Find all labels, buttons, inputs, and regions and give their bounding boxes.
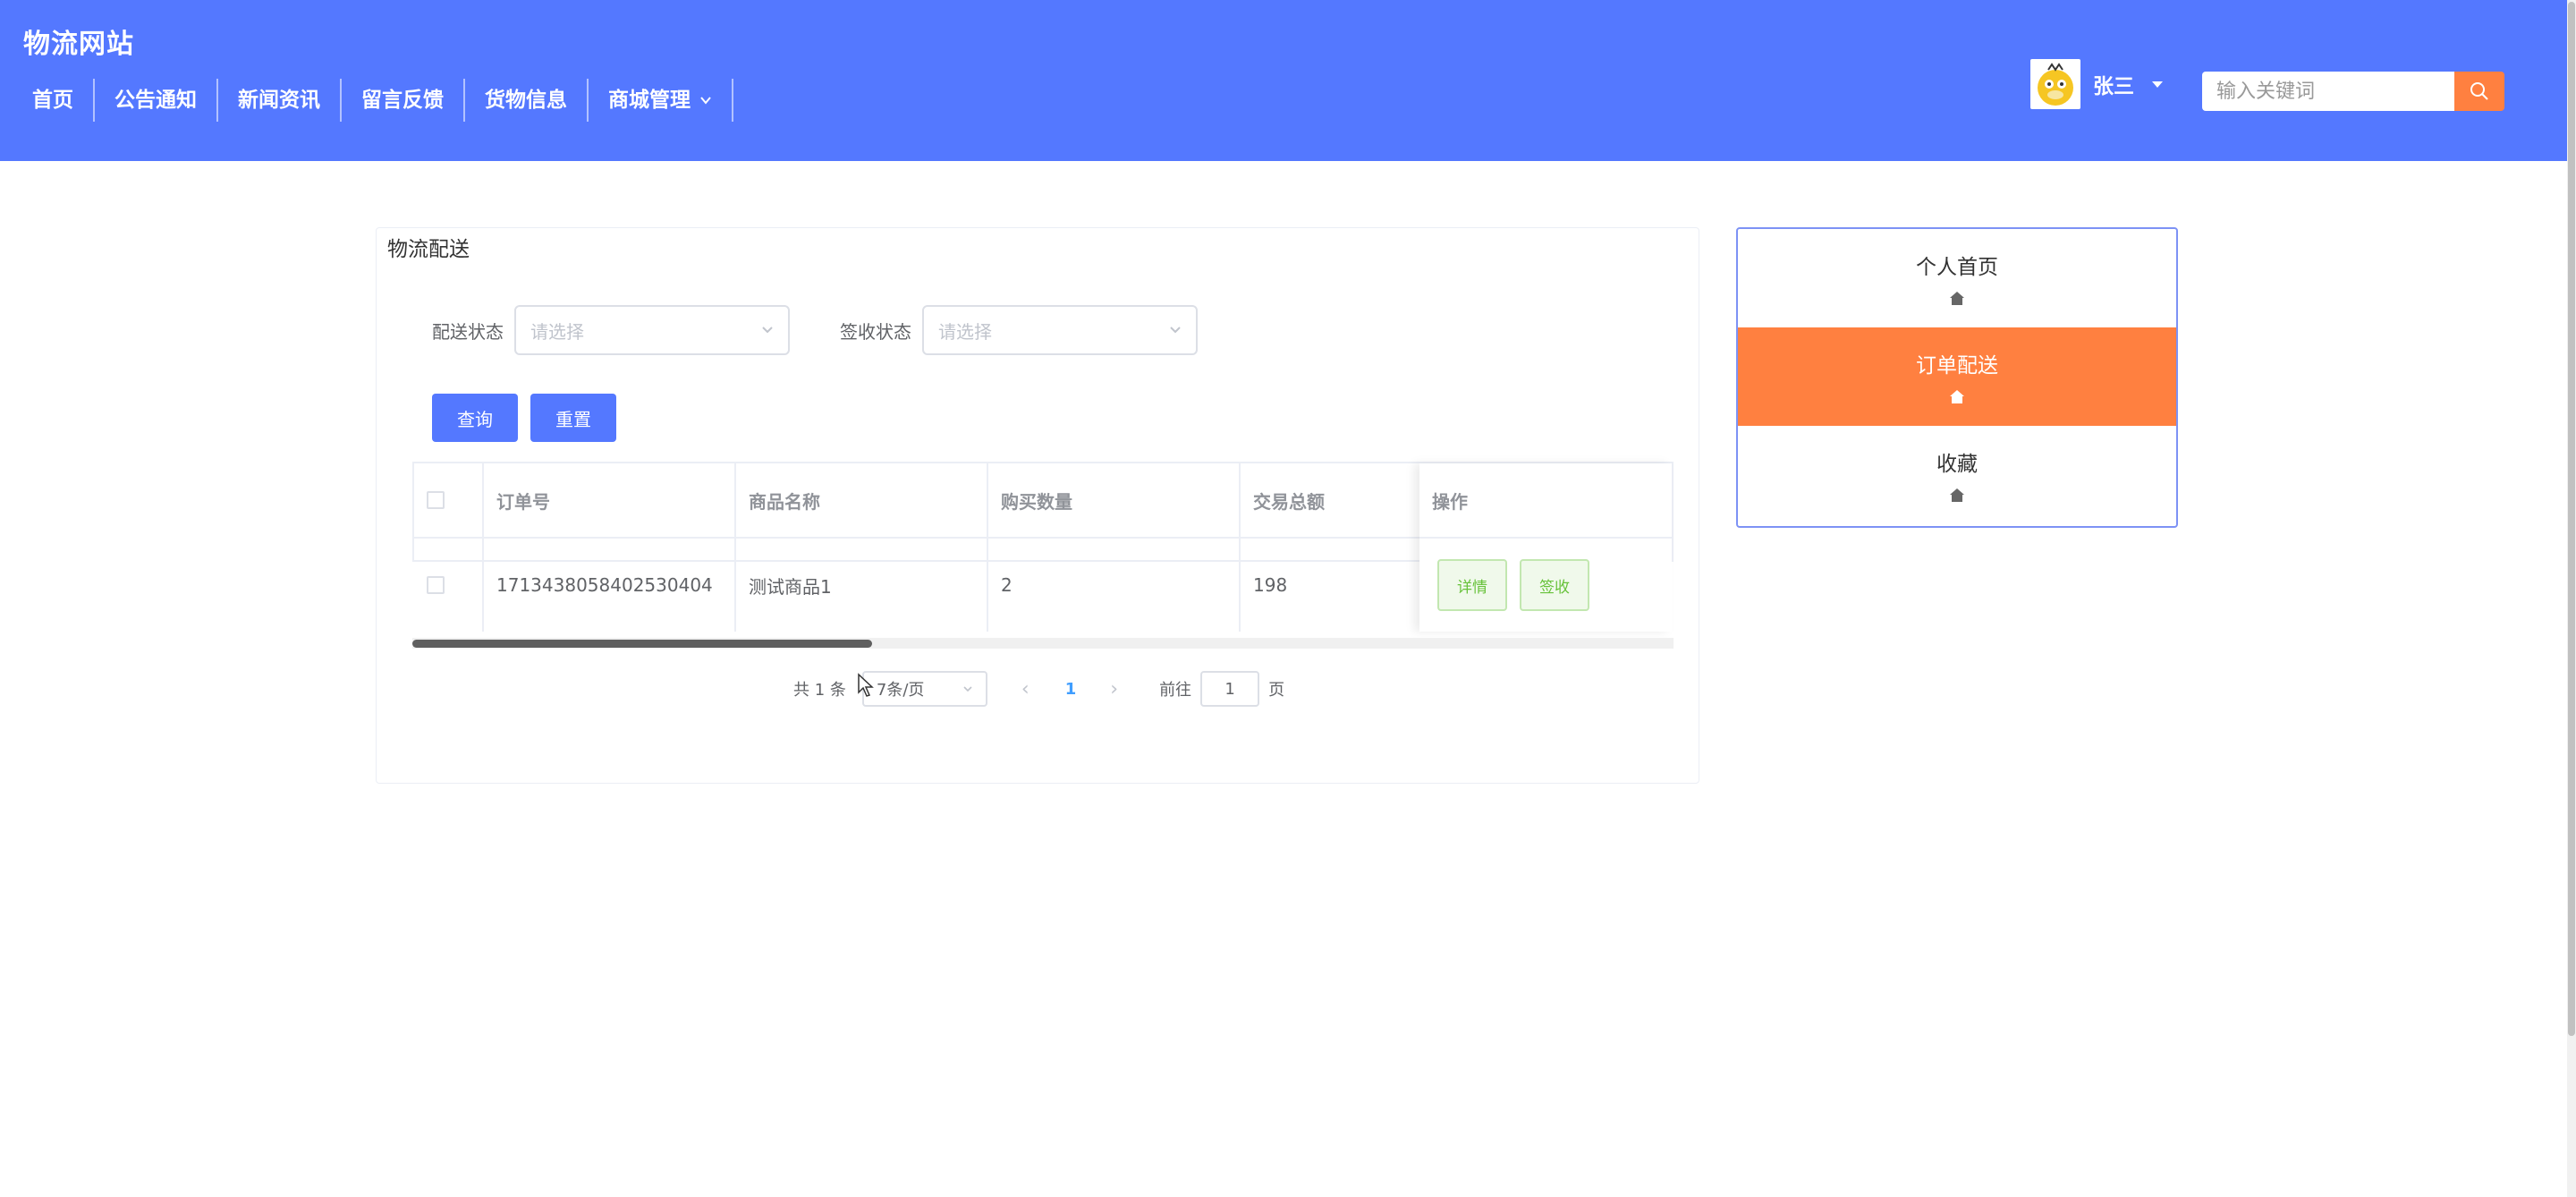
user-side-menu: 个人首页 订单配送 收藏 xyxy=(1736,227,2178,528)
caret-down-icon[interactable] xyxy=(2152,81,2163,88)
reset-button[interactable]: 重置 xyxy=(530,394,616,442)
chevron-down-icon xyxy=(700,97,711,105)
goto-label: 前往 xyxy=(1159,681,1192,700)
nav-item-news[interactable]: 新闻资讯 xyxy=(218,79,342,122)
search-input[interactable] xyxy=(2202,72,2454,111)
home-icon xyxy=(1950,488,1964,502)
nav-item-mall-management[interactable]: 商城管理 xyxy=(589,79,733,122)
page-size-select[interactable]: 7条/页 xyxy=(861,671,987,707)
receipt-status-filter: 签收状态 请选择 xyxy=(840,305,1198,355)
side-item-personal-home[interactable]: 个人首页 xyxy=(1738,229,2176,327)
next-page-icon[interactable]: › xyxy=(1110,678,1118,700)
prev-page-icon[interactable]: ‹ xyxy=(1021,678,1030,700)
orders-table: 订单号 商品名称 购买数量 交易总额 1713438058402530404 测… xyxy=(412,462,1674,632)
chevron-down-icon xyxy=(1170,327,1181,334)
goto-page-input[interactable] xyxy=(1200,671,1260,707)
search-icon xyxy=(2470,82,2488,100)
nav-label: 货物信息 xyxy=(485,89,567,112)
filter-label: 签收状态 xyxy=(840,320,911,343)
search-button[interactable] xyxy=(2454,72,2504,111)
top-header: 物流网站 首页 公告通知 新闻资讯 留言反馈 货物信息 商城管理 张三 xyxy=(0,0,2569,161)
order-no-cell: 1713438058402530404 xyxy=(484,539,736,632)
nav-label: 商城管理 xyxy=(608,89,691,112)
delivery-status-select[interactable]: 请选择 xyxy=(514,305,790,355)
filter-label: 配送状态 xyxy=(432,320,504,343)
nav-label: 留言反馈 xyxy=(361,89,444,112)
select-all-cell xyxy=(414,463,484,537)
query-button[interactable]: 查询 xyxy=(432,394,518,442)
scrollbar-thumb[interactable] xyxy=(2568,2,2575,1036)
page-size-value: 7条/页 xyxy=(876,681,925,700)
column-header: 操作 xyxy=(1419,463,1672,539)
quantity-cell: 2 xyxy=(988,539,1241,632)
panel-title: 物流配送 xyxy=(387,238,470,261)
nav-item-feedback[interactable]: 留言反馈 xyxy=(342,79,465,122)
column-header[interactable]: 订单号 xyxy=(484,463,736,537)
nav-item-goods-info[interactable]: 货物信息 xyxy=(465,79,589,122)
select-all-checkbox[interactable] xyxy=(427,491,445,509)
nav-label: 新闻资讯 xyxy=(238,89,320,112)
chevron-down-icon xyxy=(963,686,972,692)
total-count: 共 1 条 xyxy=(793,681,846,700)
column-header[interactable]: 购买数量 xyxy=(988,463,1241,537)
details-button[interactable]: 详情 xyxy=(1437,559,1507,611)
nav-item-home[interactable]: 首页 xyxy=(13,79,95,122)
side-item-order-delivery[interactable]: 订单配送 xyxy=(1738,327,2176,426)
page-suffix: 页 xyxy=(1268,681,1285,700)
nav-item-announcements[interactable]: 公告通知 xyxy=(95,79,218,122)
select-placeholder: 请选择 xyxy=(530,320,584,343)
home-icon xyxy=(1950,390,1964,403)
logistics-panel: 物流配送 配送状态 请选择 签收状态 请选择 查询 重置 订单号 商品名称 购买… xyxy=(376,227,1699,784)
search-box xyxy=(2202,72,2504,111)
avatar[interactable] xyxy=(2030,59,2080,109)
mouse-pointer-icon xyxy=(858,673,874,697)
nav-label: 首页 xyxy=(32,89,73,112)
actions-fixed-column: 操作 详情 签收 xyxy=(1419,463,1672,632)
home-icon xyxy=(1950,292,1964,305)
side-item-label: 个人首页 xyxy=(1916,256,1998,279)
nav-label: 公告通知 xyxy=(114,89,197,112)
column-header[interactable]: 商品名称 xyxy=(736,463,988,537)
main-nav: 首页 公告通知 新闻资讯 留言反馈 货物信息 商城管理 xyxy=(13,79,733,122)
side-item-favorites[interactable]: 收藏 xyxy=(1738,426,2176,524)
receipt-status-select[interactable]: 请选择 xyxy=(922,305,1198,355)
table-horizontal-scrollbar[interactable] xyxy=(412,638,1674,649)
row-checkbox[interactable] xyxy=(427,576,445,594)
scrollbar-thumb[interactable] xyxy=(412,640,872,648)
row-select-cell xyxy=(414,539,484,632)
row-actions: 详情 签收 xyxy=(1419,539,1672,632)
product-name-cell: 测试商品1 xyxy=(736,539,988,632)
sign-receipt-button[interactable]: 签收 xyxy=(1520,559,1589,611)
delivery-status-filter: 配送状态 请选择 xyxy=(432,305,790,355)
user-name[interactable]: 张三 xyxy=(2093,69,2134,99)
site-title: 物流网站 xyxy=(23,29,134,60)
current-page[interactable]: 1 xyxy=(1065,680,1077,699)
user-menu[interactable]: 张三 xyxy=(2030,59,2163,109)
page-vertical-scrollbar[interactable] xyxy=(2567,0,2576,1197)
select-placeholder: 请选择 xyxy=(938,320,992,343)
side-item-label: 收藏 xyxy=(1936,453,1978,476)
chevron-down-icon xyxy=(762,327,773,334)
side-item-label: 订单配送 xyxy=(1916,354,1998,378)
duck-avatar-icon xyxy=(2038,63,2073,106)
